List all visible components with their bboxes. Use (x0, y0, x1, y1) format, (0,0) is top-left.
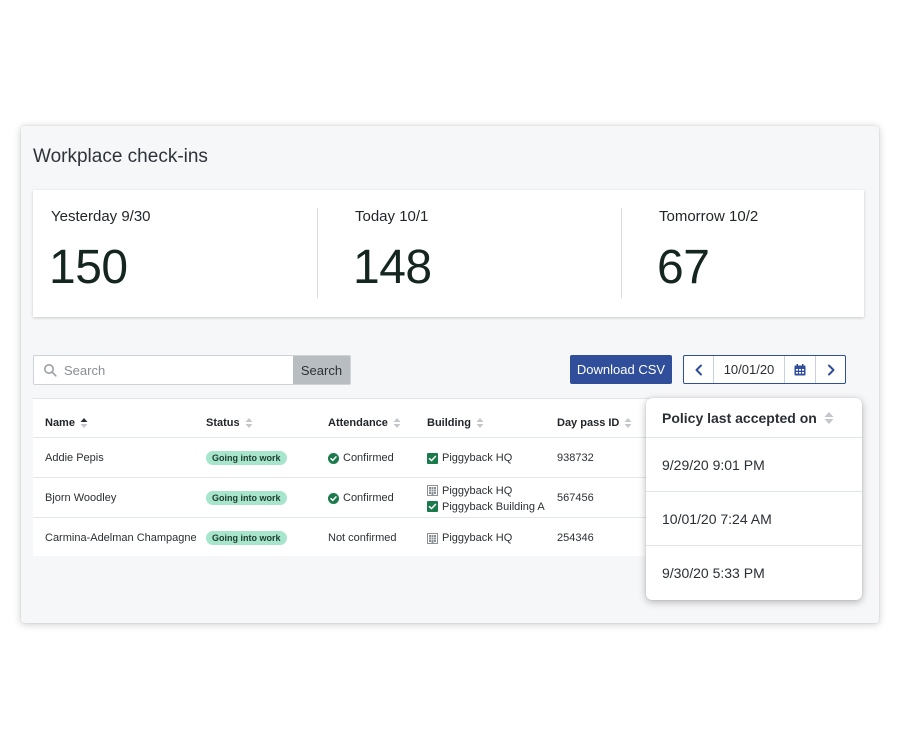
policy-date-cell: 9/30/20 5:33 PM (662, 565, 765, 581)
attendance-cell: Confirmed (328, 478, 394, 518)
calendar-icon (794, 363, 806, 375)
building-cell: Piggyback HQ (427, 438, 512, 478)
search-box: Search (33, 355, 351, 385)
next-day-button[interactable] (816, 356, 845, 383)
search-button[interactable]: Search (293, 356, 350, 384)
building-name: Piggyback Building A (442, 500, 545, 513)
stat-today: Today 10/1 148 (337, 190, 641, 317)
building-name: Piggyback HQ (442, 532, 513, 544)
attendance-text: Confirmed (343, 492, 394, 504)
status-cell: Going into work (206, 518, 287, 558)
previous-day-button[interactable] (684, 356, 714, 383)
sort-icon (245, 418, 253, 428)
status-badge: Going into work (206, 451, 287, 465)
column-header-status[interactable]: Status (206, 417, 253, 429)
cell-name: Addie Pepis (45, 452, 104, 464)
cell-name: Carmina-Adelman Champagne (45, 532, 197, 544)
check-square-icon (427, 452, 438, 464)
building-cell: Piggyback HQ (427, 518, 512, 558)
status-badge: Going into work (206, 531, 287, 545)
search-icon (44, 364, 57, 377)
status-cell: Going into work (206, 438, 287, 478)
attendance-text: Not confirmed (328, 532, 397, 544)
column-label: Attendance (328, 417, 388, 429)
check-square-icon (427, 501, 438, 512)
date-picker: 10/01/20 (683, 355, 846, 384)
attendance-text: Confirmed (343, 452, 394, 464)
stat-label: Tomorrow 10/2 (659, 208, 759, 225)
calendar-button[interactable] (785, 356, 816, 383)
policy-date-cell: 9/29/20 9:01 PM (646, 438, 862, 492)
sort-icon (624, 418, 632, 428)
cell-day-pass-id: 254346 (557, 532, 594, 544)
download-csv-button[interactable]: Download CSV (570, 355, 672, 384)
column-label: Day pass ID (557, 417, 620, 429)
chevron-left-icon (695, 364, 702, 375)
stat-value: 148 (353, 241, 432, 294)
sort-icon (476, 418, 484, 428)
cell-day-pass-id: 938732 (557, 452, 594, 464)
status-cell: Going into work (206, 478, 287, 518)
stat-value: 67 (657, 241, 710, 294)
sort-ascending-icon (80, 418, 88, 428)
column-header-attendance[interactable]: Attendance (328, 417, 401, 429)
stat-label: Yesterday 9/30 (51, 208, 151, 225)
page-title: Workplace check-ins (33, 146, 208, 167)
status-badge: Going into work (206, 491, 287, 505)
column-header-policy-last-accepted[interactable]: Policy last accepted on (646, 398, 862, 438)
building-icon (427, 485, 438, 496)
policy-date-cell: 10/01/20 7:24 AM (646, 492, 862, 546)
date-value[interactable]: 10/01/20 (714, 356, 785, 383)
check-circle-icon (328, 452, 339, 464)
building-name: Piggyback HQ (442, 484, 513, 497)
check-ins-table: Name Status Attendance Building Day pass… (33, 398, 673, 556)
column-label: Building (427, 417, 471, 429)
search-input[interactable] (64, 356, 292, 384)
building-icon (427, 532, 438, 544)
building-cell: Piggyback Building A (427, 499, 545, 514)
sort-icon (824, 411, 834, 424)
chevron-right-icon (827, 364, 834, 375)
table-row[interactable]: Addie Pepis Going into work Confirmed Pi… (33, 437, 673, 477)
stat-divider (317, 208, 318, 298)
sort-icon (393, 418, 401, 428)
check-circle-icon (328, 492, 339, 504)
stat-value: 150 (49, 241, 128, 294)
check-ins-panel: Workplace check-ins Yesterday 9/30 150 T… (21, 126, 879, 623)
column-label: Status (206, 417, 240, 429)
stats-card: Yesterday 9/30 150 Today 10/1 148 Tomorr… (33, 190, 864, 317)
column-label: Policy last accepted on (662, 409, 817, 426)
stat-yesterday: Yesterday 9/30 150 (33, 190, 337, 317)
building-cell: Piggyback HQ (427, 483, 512, 498)
table-row[interactable]: Carmina-Adelman Champagne Going into wor… (33, 517, 673, 557)
cell-day-pass-id: 567456 (557, 492, 594, 504)
column-label: Name (45, 417, 75, 429)
cell-name: Bjorn Woodley (45, 492, 117, 504)
attendance-cell: Not confirmed (328, 518, 396, 558)
column-header-name[interactable]: Name (45, 417, 88, 429)
policy-column-callout: Policy last accepted on 9/29/20 9:01 PM … (646, 398, 862, 600)
column-header-building[interactable]: Building (427, 417, 484, 429)
building-name: Piggyback HQ (442, 452, 513, 464)
stat-divider (621, 208, 622, 298)
attendance-cell: Confirmed (328, 438, 394, 478)
stat-tomorrow: Tomorrow 10/2 67 (641, 190, 900, 317)
stat-label: Today 10/1 (355, 208, 429, 225)
column-header-day-pass-id[interactable]: Day pass ID (557, 417, 632, 429)
table-row[interactable]: Bjorn Woodley Going into work Confirmed (33, 477, 673, 517)
